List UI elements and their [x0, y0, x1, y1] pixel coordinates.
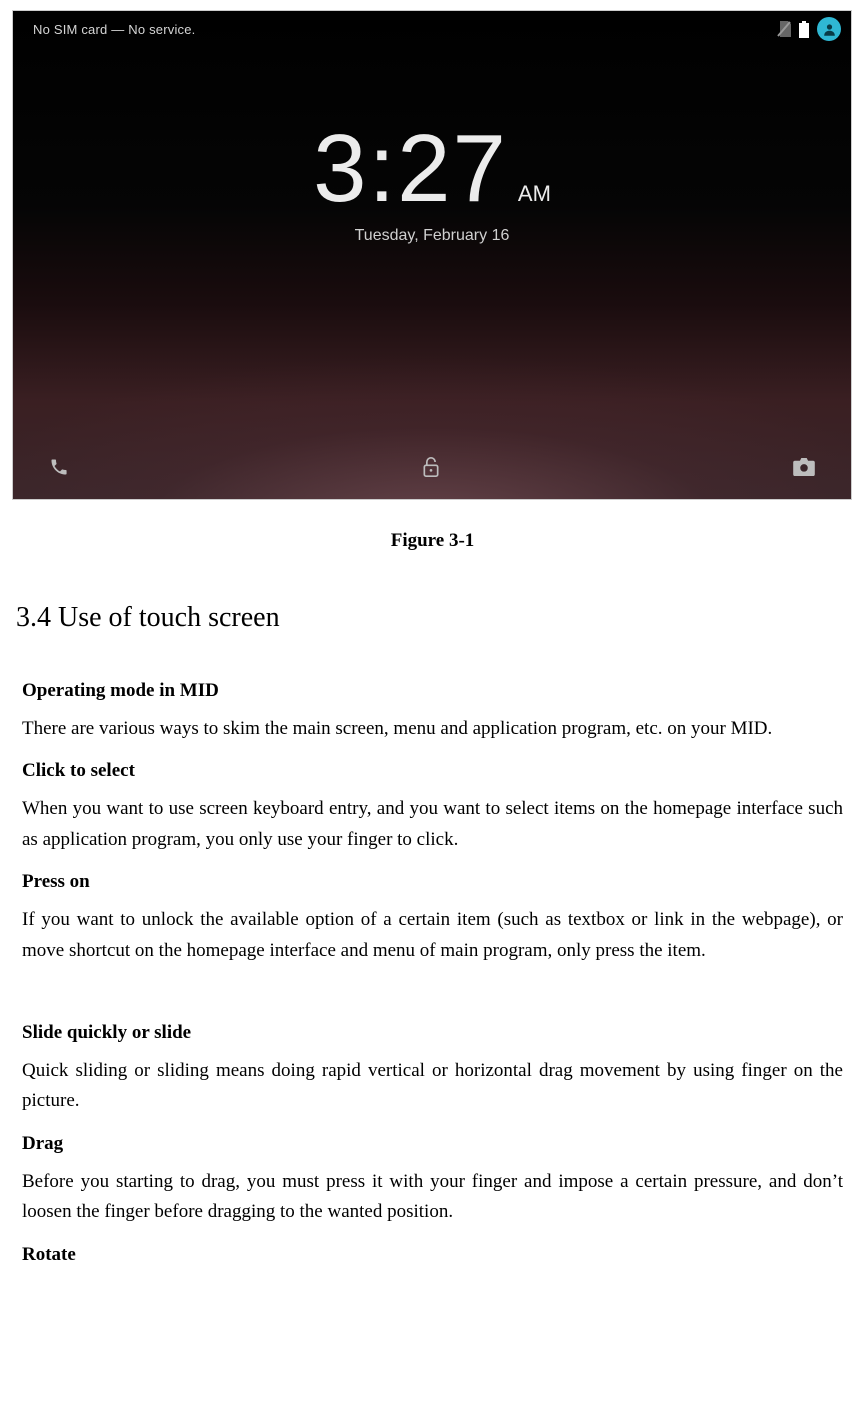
paragraph-click: When you want to use screen keyboard ent… [22, 794, 843, 855]
subheading-drag: Drag [22, 1133, 843, 1155]
subheading-press: Press on [22, 871, 843, 893]
figure-caption: Figure 3-1 [0, 530, 865, 552]
subheading-rotate: Rotate [22, 1244, 843, 1266]
clock-date: Tuesday, February 16 [13, 227, 851, 245]
battery-icon [799, 21, 809, 38]
subheading-operating-mode: Operating mode in MID [22, 680, 843, 702]
status-text: No SIM card — No service. [33, 22, 196, 37]
section-heading: 3.4 Use of touch screen [16, 602, 843, 634]
clock-time: 3:27 [313, 121, 508, 217]
status-bar: No SIM card — No service. [13, 11, 851, 47]
lock-icon[interactable] [421, 456, 441, 483]
user-icon[interactable] [817, 17, 841, 41]
phone-icon[interactable] [49, 457, 69, 482]
lockscreen-figure: No SIM card — No service. [12, 10, 852, 500]
subheading-click: Click to select [22, 760, 843, 782]
paragraph-drag: Before you starting to drag, you must pr… [22, 1167, 843, 1228]
paragraph-operating-mode: There are various ways to skim the main … [22, 714, 843, 744]
lockscreen-bottom-bar [13, 439, 851, 499]
camera-icon[interactable] [793, 458, 815, 481]
subheading-slide: Slide quickly or slide [22, 1022, 843, 1044]
lockscreen-clock: 3:27 AM Tuesday, February 16 [13, 121, 851, 245]
paragraph-press: If you want to unlock the available opti… [22, 905, 843, 966]
paragraph-slide: Quick sliding or sliding means doing rap… [22, 1056, 843, 1117]
clock-ampm: AM [518, 181, 551, 207]
no-sim-icon [777, 21, 791, 37]
document-body: 3.4 Use of touch screen Operating mode i… [0, 602, 865, 1308]
status-icons [777, 17, 841, 41]
